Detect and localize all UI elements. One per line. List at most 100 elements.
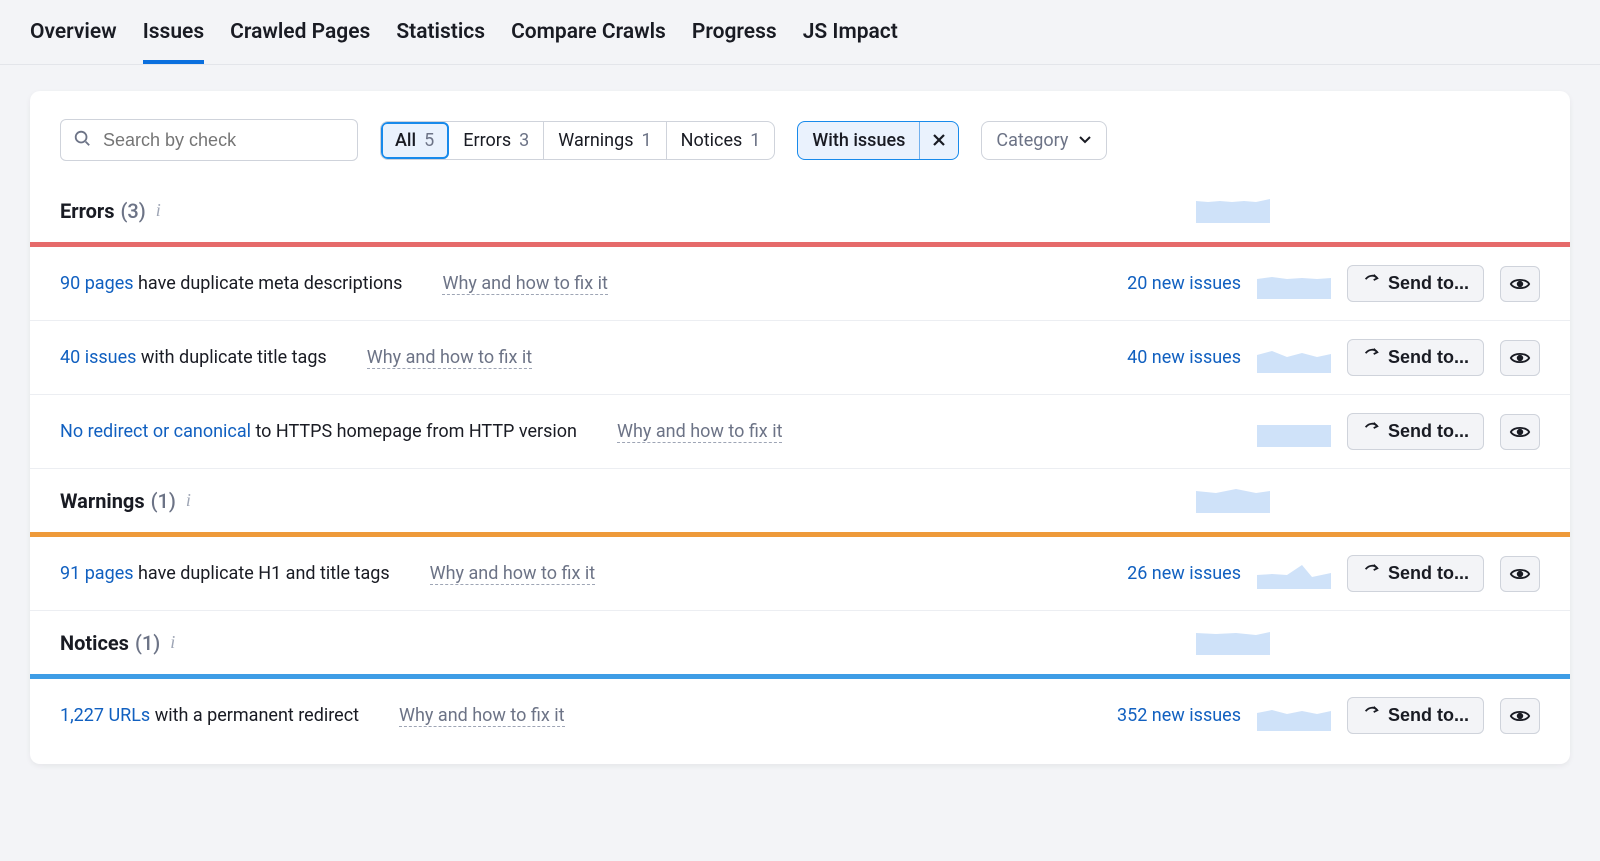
send-label: Send to... (1388, 563, 1469, 584)
filter-errors[interactable]: Errors 3 (449, 122, 544, 159)
send-icon (1362, 704, 1380, 727)
issue-row: 1,227 URLs with a permanent redirect Why… (30, 679, 1570, 752)
issue-sparkline (1257, 269, 1331, 299)
hide-button[interactable] (1500, 266, 1540, 302)
warnings-count: (1) (151, 489, 176, 513)
send-icon (1362, 346, 1380, 369)
issue-sparkline (1257, 559, 1331, 589)
send-icon (1362, 562, 1380, 585)
fix-link[interactable]: Why and how to fix it (617, 421, 782, 443)
issue-link[interactable]: 91 pages (60, 563, 134, 584)
hide-button[interactable] (1500, 340, 1540, 376)
notices-section-header: Notices (1) i (30, 611, 1570, 674)
filter-errors-count: 3 (519, 130, 529, 151)
issue-sparkline (1257, 417, 1331, 447)
filter-notices-label: Notices (681, 130, 743, 151)
notices-count: (1) (135, 631, 160, 655)
issue-sparkline (1257, 343, 1331, 373)
filter-all[interactable]: All 5 (381, 122, 449, 159)
errors-sparkline (1196, 193, 1270, 228)
chevron-down-icon (1078, 130, 1092, 151)
issue-desc: 40 issues with duplicate title tags (60, 347, 327, 368)
hide-button[interactable] (1500, 698, 1540, 734)
search-input[interactable] (101, 129, 345, 152)
filter-warnings-count: 1 (642, 130, 652, 151)
fix-link[interactable]: Why and how to fix it (442, 273, 607, 295)
issue-text: with a permanent redirect (150, 705, 359, 726)
issue-desc: 1,227 URLs with a permanent redirect (60, 705, 359, 726)
close-icon[interactable] (919, 122, 958, 159)
send-icon (1362, 272, 1380, 295)
send-label: Send to... (1388, 421, 1469, 442)
issue-text: have duplicate meta descriptions (134, 273, 403, 294)
issue-desc: 91 pages have duplicate H1 and title tag… (60, 563, 390, 584)
errors-section-header: Errors (3) i (30, 179, 1570, 242)
errors-title: Errors (60, 199, 114, 223)
new-issues-link[interactable]: 352 new issues (1117, 705, 1241, 726)
filter-warnings[interactable]: Warnings 1 (544, 122, 666, 159)
top-tabs: Overview Issues Crawled Pages Statistics… (0, 0, 1600, 65)
issues-card: All 5 Errors 3 Warnings 1 Notices 1 With… (30, 91, 1570, 764)
issue-sparkline (1257, 701, 1331, 731)
issue-link[interactable]: 90 pages (60, 273, 134, 294)
tab-overview[interactable]: Overview (30, 20, 117, 64)
tab-progress[interactable]: Progress (692, 20, 777, 64)
new-issues-link[interactable]: 26 new issues (1127, 563, 1241, 584)
issue-desc: 90 pages have duplicate meta description… (60, 273, 402, 294)
send-label: Send to... (1388, 705, 1469, 726)
category-dropdown[interactable]: Category (981, 121, 1107, 160)
with-issues-label: With issues (798, 122, 919, 159)
new-issues-link[interactable]: 40 new issues (1127, 347, 1241, 368)
type-filter: All 5 Errors 3 Warnings 1 Notices 1 (380, 121, 775, 160)
tab-js-impact[interactable]: JS Impact (803, 20, 898, 64)
warnings-sparkline (1196, 483, 1270, 518)
warnings-title: Warnings (60, 489, 145, 513)
send-to-button[interactable]: Send to... (1347, 339, 1484, 376)
info-icon[interactable]: i (170, 632, 175, 653)
category-label: Category (996, 130, 1068, 151)
tab-issues[interactable]: Issues (143, 20, 204, 64)
issue-row: 91 pages have duplicate H1 and title tag… (30, 537, 1570, 611)
filter-all-label: All (395, 130, 416, 151)
tab-crawled-pages[interactable]: Crawled Pages (230, 20, 370, 64)
issue-link[interactable]: 40 issues (60, 347, 136, 368)
issue-row: No redirect or canonical to HTTPS homepa… (30, 395, 1570, 469)
issue-link[interactable]: No redirect or canonical (60, 421, 251, 442)
notices-sparkline (1196, 625, 1270, 660)
search-icon (73, 129, 91, 152)
send-to-button[interactable]: Send to... (1347, 413, 1484, 450)
hide-button[interactable] (1500, 556, 1540, 592)
fix-link[interactable]: Why and how to fix it (367, 347, 532, 369)
send-to-button[interactable]: Send to... (1347, 697, 1484, 734)
filter-notices-count: 1 (750, 130, 760, 151)
send-to-button[interactable]: Send to... (1347, 265, 1484, 302)
notices-title: Notices (60, 631, 129, 655)
filter-warnings-label: Warnings (558, 130, 633, 151)
new-issues-link[interactable]: 20 new issues (1127, 273, 1241, 294)
tab-compare-crawls[interactable]: Compare Crawls (511, 20, 666, 64)
with-issues-chip[interactable]: With issues (797, 121, 959, 160)
info-icon[interactable]: i (186, 490, 191, 511)
send-to-button[interactable]: Send to... (1347, 555, 1484, 592)
info-icon[interactable]: i (156, 200, 161, 221)
filter-all-count: 5 (424, 130, 434, 151)
issue-text: with duplicate title tags (136, 347, 326, 368)
filters-bar: All 5 Errors 3 Warnings 1 Notices 1 With… (30, 91, 1570, 179)
send-label: Send to... (1388, 347, 1469, 368)
issue-desc: No redirect or canonical to HTTPS homepa… (60, 421, 577, 442)
issue-row: 40 issues with duplicate title tags Why … (30, 321, 1570, 395)
issue-link[interactable]: 1,227 URLs (60, 705, 150, 726)
send-icon (1362, 420, 1380, 443)
warnings-section-header: Warnings (1) i (30, 469, 1570, 532)
search-input-wrap[interactable] (60, 119, 358, 161)
filter-notices[interactable]: Notices 1 (667, 122, 775, 159)
issue-text: to HTTPS homepage from HTTP version (251, 421, 577, 442)
fix-link[interactable]: Why and how to fix it (430, 563, 595, 585)
hide-button[interactable] (1500, 414, 1540, 450)
filter-errors-label: Errors (463, 130, 511, 151)
fix-link[interactable]: Why and how to fix it (399, 705, 564, 727)
errors-count: (3) (120, 199, 145, 223)
send-label: Send to... (1388, 273, 1469, 294)
issue-row: 90 pages have duplicate meta description… (30, 247, 1570, 321)
tab-statistics[interactable]: Statistics (396, 20, 485, 64)
